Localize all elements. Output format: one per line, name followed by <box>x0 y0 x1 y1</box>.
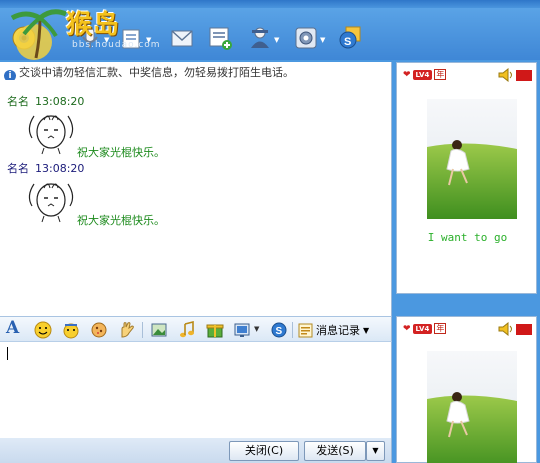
message-text: 祝大家光棍快乐。 <box>77 146 165 159</box>
bottom-bar: 关闭(C) 发送(S) ▼ <box>0 438 392 463</box>
user-tools-dropdown-icon[interactable]: ▼ <box>274 36 282 44</box>
voice-controls[interactable] <box>498 322 532 336</box>
sender-name: 名名 <box>7 95 29 108</box>
logo-url: bbs.houdao.com <box>72 40 161 50</box>
sms-button[interactable] <box>206 24 234 52</box>
history-icon <box>298 323 313 337</box>
my-show-panel: ❤ LV4 年 <box>396 316 537 463</box>
text-caret <box>7 347 8 360</box>
history-label: 消息记录 <box>316 324 360 337</box>
level-badge: LV4 <box>412 323 433 334</box>
voice-controls[interactable] <box>498 68 532 82</box>
settings-dropdown-icon[interactable]: ▼ <box>320 36 328 44</box>
toolbar-separator <box>292 322 293 338</box>
picture-icon <box>151 323 167 337</box>
year-badge: 年 <box>434 323 447 334</box>
volume-indicator <box>516 323 532 335</box>
settings-icon <box>295 27 317 49</box>
message-input[interactable] <box>0 342 392 438</box>
gift-button[interactable] <box>206 321 224 339</box>
svg-text:S: S <box>344 36 351 48</box>
history-dropdown-icon: ▼ <box>363 325 370 335</box>
sender-name: 名名 <box>7 162 29 175</box>
chat-history[interactable]: i 交谈中请勿轻信汇款、中奖信息，勿轻易拨打陌生电话。 名名 13:08:20 祝大… <box>0 62 392 316</box>
svg-text:S: S <box>276 326 283 337</box>
my-show-photo <box>427 351 517 463</box>
screenshot-dropdown-icon[interactable]: ▼ <box>254 325 262 333</box>
message-time: 13:08:20 <box>35 162 85 175</box>
qzone-share-button[interactable]: S <box>270 321 288 339</box>
emoticon-button[interactable] <box>34 321 52 339</box>
user-tools-icon <box>251 27 269 48</box>
logo-text: 猴岛 <box>66 10 121 40</box>
qzone-small-icon: S <box>271 322 287 338</box>
rabbit-emoticon-icon <box>28 183 74 223</box>
send-options-dropdown[interactable]: ▼ <box>366 441 385 461</box>
message-header: 名名 13:08:20 <box>7 93 84 109</box>
bean-button[interactable] <box>90 321 108 339</box>
nudge-button[interactable] <box>118 321 136 339</box>
notice-text: 交谈中请勿轻信汇款、中奖信息，勿轻易拨打陌生电话。 <box>19 66 294 79</box>
hand-wave-icon <box>121 322 134 338</box>
year-badge: 年 <box>434 69 447 80</box>
music-note-icon <box>180 320 194 338</box>
magic-face-icon <box>63 323 79 339</box>
message-time: 13:08:20 <box>35 95 85 108</box>
sms-icon <box>209 27 232 50</box>
screenshot-button[interactable] <box>234 321 252 339</box>
speaker-icon[interactable] <box>498 68 514 82</box>
level-badge: LV4 <box>412 69 433 80</box>
contact-sidebar: ❤ LV4 年 I want to go ❤ LV4 年 <box>393 62 540 463</box>
send-image-button[interactable] <box>150 321 168 339</box>
contact-show-photo <box>427 99 517 219</box>
heart-icon: ❤ <box>403 323 411 334</box>
user-tools-button[interactable] <box>246 24 274 52</box>
gift-icon <box>206 324 224 338</box>
settings-button[interactable] <box>292 24 320 52</box>
level-badge-group: ❤ LV4 年 <box>403 69 447 80</box>
email-button[interactable] <box>168 24 196 52</box>
palm-tree-icon <box>10 9 67 60</box>
toolbar-separator <box>142 322 143 338</box>
security-notice: i 交谈中请勿轻信汇款、中奖信息，勿轻易拨打陌生电话。 <box>4 64 390 80</box>
heart-icon: ❤ <box>403 69 411 80</box>
qzone-icon: S <box>339 26 361 49</box>
close-button[interactable]: 关闭(C) <box>229 441 299 461</box>
send-button[interactable]: 发送(S) <box>304 441 366 461</box>
message-header: 名名 13:08:20 <box>7 160 84 176</box>
level-badge-group: ❤ LV4 年 <box>403 323 447 334</box>
message-history-button[interactable]: 消息记录 ▼ <box>298 321 369 339</box>
music-button[interactable] <box>178 320 196 339</box>
chat-window: ▼ ▼ ▼ ▼ S 猴岛 bbs.houdao.com i 交谈中请勿轻信汇款、… <box>0 0 540 463</box>
email-icon <box>171 30 193 47</box>
rabbit-emoticon-icon <box>28 115 74 155</box>
message-text: 祝大家光棍快乐。 <box>77 214 165 227</box>
watermark-logo: 猴岛 bbs.houdao.com <box>0 0 170 62</box>
show-caption: I want to go <box>427 231 508 244</box>
magic-emoticon-button[interactable] <box>62 321 80 339</box>
smiley-icon <box>34 321 52 339</box>
input-toolbar: A ▼ S 消息记录 ▼ <box>0 316 392 342</box>
volume-indicator <box>516 69 532 81</box>
screen-capture-icon <box>234 323 250 337</box>
info-icon: i <box>4 70 16 80</box>
font-button[interactable]: A <box>6 318 19 338</box>
qzone-button[interactable]: S <box>336 24 364 52</box>
cookie-icon <box>91 322 107 338</box>
contact-show-panel: ❤ LV4 年 I want to go <box>396 62 537 294</box>
speaker-icon[interactable] <box>498 322 514 336</box>
